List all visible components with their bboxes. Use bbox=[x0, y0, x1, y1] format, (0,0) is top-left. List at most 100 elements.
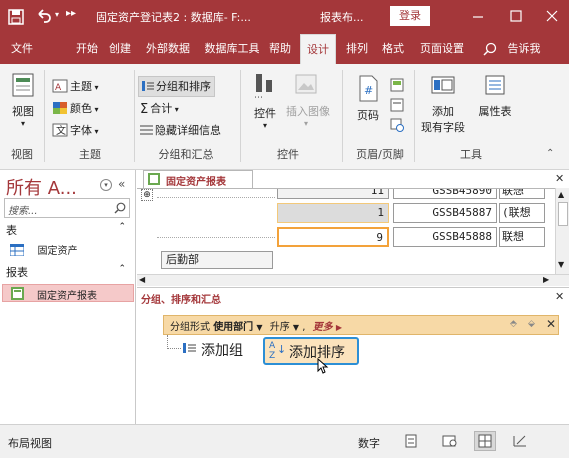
tab-design[interactable]: 设计 bbox=[300, 34, 336, 64]
tab-format[interactable]: 格式 bbox=[376, 34, 410, 64]
nav-item-table[interactable]: 固定资产 bbox=[9, 242, 130, 258]
chevron-down-icon[interactable]: ▼ bbox=[256, 323, 262, 332]
chevron-down-icon[interactable]: ▼ bbox=[293, 323, 299, 332]
more-options-link[interactable]: 更多 bbox=[313, 322, 333, 333]
date-time-icon[interactable] bbox=[390, 118, 404, 135]
totals-button[interactable]: Σ 合计 ▾ bbox=[140, 100, 179, 117]
tab-external-data[interactable]: 外部数据 bbox=[136, 34, 200, 64]
group-label-theme: 主题 bbox=[79, 148, 101, 161]
nav-item-report-selected[interactable]: 固定资产报表 bbox=[2, 284, 134, 302]
collapse-nav-icon[interactable]: « bbox=[118, 177, 125, 191]
nav-dropdown-icon[interactable]: ▾ bbox=[100, 179, 112, 191]
tab-help[interactable]: 帮助 bbox=[264, 34, 296, 64]
add-fields-label-1: 添加 bbox=[432, 105, 454, 118]
maximize-icon[interactable] bbox=[508, 8, 524, 24]
minimize-icon[interactable] bbox=[470, 8, 486, 24]
property-sheet-icon bbox=[485, 75, 505, 95]
view-button-label: 视图 bbox=[12, 105, 34, 118]
add-group-button[interactable]: 添加组 bbox=[201, 340, 243, 360]
vertical-scrollbar[interactable]: ▲ ▼ bbox=[555, 188, 569, 274]
login-button[interactable]: 登录 bbox=[390, 6, 430, 26]
close-pane-icon[interactable]: ✕ bbox=[555, 290, 564, 303]
page-footer-label[interactable]: 后勤部 bbox=[161, 251, 273, 269]
tree-connector bbox=[167, 335, 181, 349]
move-up-icon[interactable]: ⬘ bbox=[510, 319, 517, 329]
page-number-button[interactable]: # 页码 bbox=[352, 74, 384, 123]
image-icon bbox=[295, 74, 317, 94]
move-down-icon[interactable]: ⬙ bbox=[528, 319, 535, 329]
layout-view-icon[interactable] bbox=[474, 431, 496, 451]
document-tab-label: 固定资产报表 bbox=[166, 177, 226, 188]
search-icon[interactable] bbox=[483, 42, 497, 56]
print-preview-icon[interactable] bbox=[442, 434, 458, 451]
colors-button[interactable]: 颜色 ▾ bbox=[52, 100, 99, 118]
group-by-field[interactable]: 使用部门 bbox=[213, 322, 253, 333]
scroll-up-icon[interactable]: ▲ bbox=[558, 190, 564, 199]
scroll-right-icon[interactable]: ▶ bbox=[543, 275, 549, 284]
add-sort-button[interactable]: AZ ↓ 添加排序 bbox=[263, 337, 359, 365]
name-cell[interactable]: (联想 bbox=[499, 203, 545, 223]
fonts-button[interactable]: 文字体 ▾ bbox=[52, 122, 99, 140]
report-dotted-row bbox=[157, 197, 275, 198]
undo-dropdown-icon[interactable]: ▾ bbox=[55, 10, 59, 19]
scroll-left-icon[interactable]: ◀ bbox=[139, 275, 145, 284]
document-tab[interactable]: 固定资产报表 bbox=[143, 170, 253, 188]
tab-arrange[interactable]: 排列 bbox=[340, 34, 374, 64]
svg-text:A: A bbox=[55, 83, 62, 93]
group-and-sort-button[interactable]: 分组和排序 bbox=[138, 76, 215, 97]
save-icon[interactable] bbox=[8, 9, 24, 25]
tab-page-setup[interactable]: 页面设置 bbox=[412, 34, 472, 64]
scrollbar-thumb[interactable] bbox=[558, 202, 568, 226]
add-existing-fields-button[interactable]: 添加 现有字段 bbox=[416, 74, 470, 135]
group-sort-icon bbox=[142, 80, 154, 95]
ribbon-tab-bar: 文件 开始 创建 外部数据 数据库工具 帮助 设计 排列 格式 页面设置 告诉我 bbox=[0, 34, 569, 64]
hide-details-button[interactable]: 隐藏详细信息 bbox=[140, 122, 221, 139]
colors-icon bbox=[52, 101, 68, 118]
nav-pane-title[interactable]: 所有 A... bbox=[6, 174, 77, 200]
close-icon[interactable] bbox=[544, 8, 560, 24]
report-view-icon[interactable] bbox=[404, 434, 420, 451]
hide-details-icon bbox=[140, 124, 153, 139]
number-cell-selected[interactable]: 9 bbox=[277, 227, 389, 247]
layout-selector-icon[interactable]: ⊕ bbox=[141, 189, 153, 201]
code-cell[interactable]: GSSB45890 bbox=[393, 189, 497, 199]
sort-arrow-icon: ↓ bbox=[277, 343, 287, 356]
quick-access-more-icon[interactable]: ▸▸ bbox=[66, 8, 76, 19]
nav-section-reports[interactable]: 报表 ⌃ bbox=[6, 264, 130, 280]
controls-button[interactable]: ⋯ 控件 ▾ bbox=[250, 72, 280, 130]
nav-section-tables[interactable]: 表 ⌃ bbox=[6, 222, 130, 238]
tab-home[interactable]: 开始 bbox=[70, 34, 104, 64]
number-cell[interactable]: 11 bbox=[277, 189, 389, 199]
logo-icon[interactable] bbox=[390, 78, 404, 95]
scroll-down-icon[interactable]: ▼ bbox=[558, 260, 564, 269]
insert-image-button: 插入图像 ▾ bbox=[286, 72, 330, 128]
close-document-icon[interactable]: ✕ bbox=[555, 172, 564, 185]
number-cell-highlighted[interactable]: 1 bbox=[277, 203, 389, 223]
delete-level-icon[interactable]: ✕ bbox=[546, 317, 556, 331]
undo-icon[interactable] bbox=[36, 8, 52, 24]
search-icon[interactable] bbox=[114, 202, 126, 217]
nav-item-label: 固定资产 bbox=[37, 246, 78, 257]
nav-search-input[interactable]: 搜索... bbox=[4, 198, 130, 218]
property-sheet-button[interactable]: 属性表 bbox=[472, 74, 518, 119]
tell-me-search[interactable]: 告诉我 bbox=[499, 34, 549, 64]
name-cell[interactable]: 联想 bbox=[499, 227, 545, 247]
group-level-bar[interactable]: 分组形式 使用部门 ▼ 升序 ▼ , 更多 ▶ ⬘ ⬙ ✕ bbox=[163, 315, 559, 335]
sort-order-dropdown[interactable]: 升序 bbox=[270, 322, 290, 333]
horizontal-scrollbar[interactable]: ◀ ▶ bbox=[137, 274, 569, 286]
themes-button[interactable]: A 主题 ▾ bbox=[52, 78, 99, 96]
name-cell[interactable]: 联想 bbox=[499, 189, 545, 199]
tab-file[interactable]: 文件 bbox=[4, 34, 40, 64]
nav-section-label: 报表 bbox=[6, 266, 28, 279]
group-label-tools: 工具 bbox=[460, 148, 482, 161]
view-button[interactable]: 视图 ▾ bbox=[8, 72, 38, 128]
tab-database-tools[interactable]: 数据库工具 bbox=[200, 34, 264, 64]
title-icon[interactable] bbox=[390, 98, 404, 115]
collapse-ribbon-icon[interactable]: ⌃ bbox=[546, 148, 554, 159]
tab-create[interactable]: 创建 bbox=[104, 34, 136, 64]
code-cell[interactable]: GSSB45887 bbox=[393, 203, 497, 223]
themes-label: 主题 bbox=[70, 80, 92, 93]
code-cell[interactable]: GSSB45888 bbox=[393, 227, 497, 247]
design-view-icon[interactable] bbox=[512, 434, 528, 451]
group-sort-pane: 分组、排序和汇总 ✕ 分组形式 使用部门 ▼ 升序 ▼ , 更多 ▶ ⬘ ⬙ ✕… bbox=[137, 287, 569, 424]
